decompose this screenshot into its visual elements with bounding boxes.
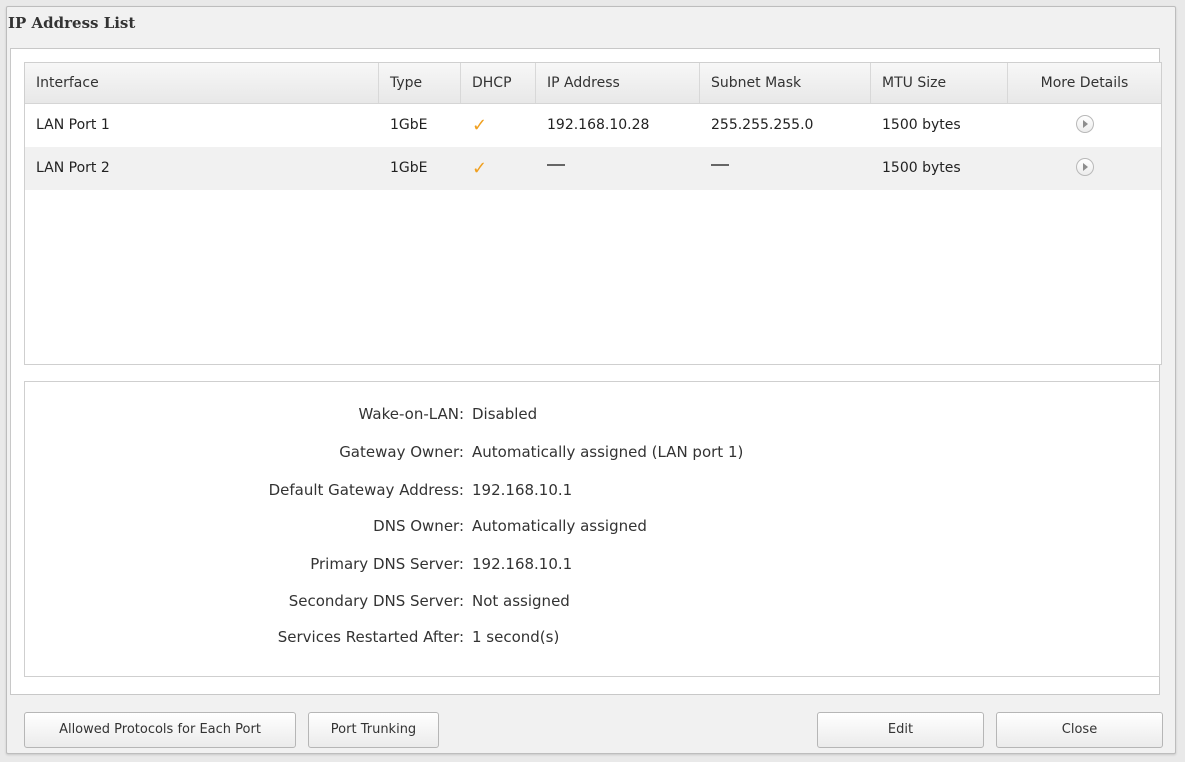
detail-primary-dns: Primary DNS Server: 192.168.10.1 bbox=[25, 555, 1159, 579]
cell-dhcp: ✓ bbox=[461, 147, 536, 190]
empty-dash-icon bbox=[711, 164, 729, 166]
detail-default-gateway: Default Gateway Address: 192.168.10.1 bbox=[25, 481, 1159, 505]
detail-label: DNS Owner: bbox=[373, 517, 464, 535]
cell-more-details bbox=[1008, 147, 1161, 190]
detail-value: 192.168.10.1 bbox=[472, 555, 573, 573]
table-header: Interface Type DHCP IP Address Subnet Ma… bbox=[25, 63, 1161, 104]
more-details-play-icon[interactable] bbox=[1075, 157, 1094, 176]
ip-address-table: Interface Type DHCP IP Address Subnet Ma… bbox=[24, 62, 1162, 365]
column-header-ip-address[interactable]: IP Address bbox=[536, 63, 700, 103]
port-trunking-button[interactable]: Port Trunking bbox=[308, 712, 439, 748]
column-header-interface[interactable]: Interface bbox=[25, 63, 379, 103]
cell-dhcp: ✓ bbox=[461, 104, 536, 147]
detail-secondary-dns: Secondary DNS Server: Not assigned bbox=[25, 592, 1159, 616]
cell-subnet-mask bbox=[700, 147, 871, 190]
cell-mtu-size: 1500 bytes bbox=[882, 160, 961, 176]
allowed-protocols-button[interactable]: Allowed Protocols for Each Port bbox=[24, 712, 296, 748]
detail-label: Default Gateway Address: bbox=[268, 481, 464, 499]
detail-dns-owner: DNS Owner: Automatically assigned bbox=[25, 517, 1159, 541]
column-header-dhcp[interactable]: DHCP bbox=[461, 63, 536, 103]
detail-label: Secondary DNS Server: bbox=[288, 592, 464, 610]
detail-wake-on-lan: Wake-on-LAN: Disabled bbox=[25, 405, 1159, 429]
detail-services-restarted: Services Restarted After: 1 second(s) bbox=[25, 628, 1159, 652]
detail-label: Primary DNS Server: bbox=[310, 555, 464, 573]
detail-value: 1 second(s) bbox=[472, 628, 560, 646]
cell-type: 1GbE bbox=[390, 117, 428, 133]
close-button[interactable]: Close bbox=[996, 712, 1163, 748]
cell-subnet-mask: 255.255.255.0 bbox=[711, 117, 814, 133]
detail-label: Services Restarted After: bbox=[277, 628, 464, 646]
detail-value: Automatically assigned bbox=[472, 517, 647, 535]
details-panel: Wake-on-LAN: Disabled Gateway Owner: Aut… bbox=[24, 381, 1160, 677]
detail-value: Automatically assigned (LAN port 1) bbox=[472, 443, 744, 461]
table-row[interactable]: LAN Port 2 1GbE ✓ 1500 bytes bbox=[25, 147, 1161, 190]
table-row[interactable]: LAN Port 1 1GbE ✓ 192.168.10.28 255.255.… bbox=[25, 104, 1161, 147]
cell-type: 1GbE bbox=[390, 160, 428, 176]
empty-dash-icon bbox=[547, 164, 565, 166]
check-icon: ✓ bbox=[472, 115, 488, 136]
detail-value: 192.168.10.1 bbox=[472, 481, 573, 499]
detail-label: Gateway Owner: bbox=[339, 443, 464, 461]
column-header-type[interactable]: Type bbox=[379, 63, 461, 103]
column-header-subnet-mask[interactable]: Subnet Mask bbox=[700, 63, 871, 103]
cell-interface: LAN Port 1 bbox=[36, 117, 110, 133]
detail-value: Not assigned bbox=[472, 592, 570, 610]
cell-interface: LAN Port 2 bbox=[36, 160, 110, 176]
check-icon: ✓ bbox=[472, 158, 488, 179]
cell-ip-address bbox=[536, 147, 700, 190]
cell-more-details bbox=[1008, 104, 1161, 147]
column-header-more-details[interactable]: More Details bbox=[1008, 63, 1161, 103]
cell-ip-address: 192.168.10.28 bbox=[547, 117, 650, 133]
cell-mtu-size: 1500 bytes bbox=[882, 117, 961, 133]
edit-button[interactable]: Edit bbox=[817, 712, 984, 748]
detail-value: Disabled bbox=[472, 405, 538, 423]
detail-label: Wake-on-LAN: bbox=[358, 405, 464, 423]
dialog-title: IP Address List bbox=[8, 14, 136, 32]
more-details-play-icon[interactable] bbox=[1075, 114, 1094, 133]
column-header-mtu-size[interactable]: MTU Size bbox=[871, 63, 1008, 103]
detail-gateway-owner: Gateway Owner: Automatically assigned (L… bbox=[25, 443, 1159, 467]
